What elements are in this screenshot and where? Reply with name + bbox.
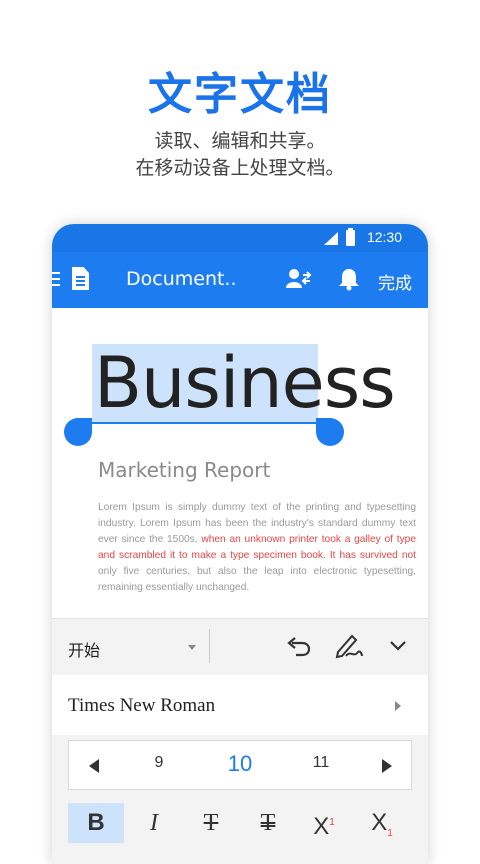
promo-subline-1: 读取、编辑和共享。 <box>154 130 326 152</box>
text-format-row: B I T T X1 X1 <box>52 799 428 849</box>
subscript-label: X <box>371 809 388 836</box>
app-bar: Document.. 完成 <box>52 252 428 308</box>
promo-subline-2: 在移动设备上处理文档。 <box>135 157 345 179</box>
document-icon <box>72 267 89 290</box>
chevron-right-icon <box>395 701 401 711</box>
font-size-option[interactable]: 9 <box>139 754 179 772</box>
size-decrease-icon[interactable] <box>89 759 99 773</box>
italic-button[interactable]: I <box>126 803 182 843</box>
phone-frame: 12:30 Document.. 完成 Business Marketing R… <box>52 224 428 864</box>
size-increase-icon[interactable] <box>382 759 392 773</box>
subscript-button[interactable]: X1 <box>354 803 410 843</box>
undo-icon[interactable] <box>286 635 312 657</box>
status-time: 12:30 <box>366 229 402 245</box>
dropdown-caret-icon[interactable] <box>188 645 196 650</box>
bell-icon[interactable] <box>338 267 360 291</box>
body-text-normal-end: only five centuries, but also the leap i… <box>98 566 416 593</box>
chevron-down-icon[interactable] <box>388 637 408 653</box>
document-title[interactable]: Document.. <box>126 268 237 290</box>
share-user-icon[interactable] <box>286 268 312 290</box>
superscript-label: X <box>313 813 330 840</box>
font-size-option[interactable]: 11 <box>301 754 341 772</box>
done-button[interactable]: 完成 <box>378 269 412 294</box>
format-panel: Times New Roman 9 10 11 B I T T X1 X1 <box>52 675 428 864</box>
document-canvas[interactable]: Business Marketing Report Lorem Ipsum is… <box>52 308 428 618</box>
status-bar: 12:30 <box>52 224 428 252</box>
signal-icon <box>324 232 338 245</box>
bold-button[interactable]: B <box>68 803 124 843</box>
font-selector[interactable]: Times New Roman <box>52 675 428 735</box>
font-size-current[interactable]: 10 <box>220 751 260 777</box>
toolbar-divider <box>209 629 210 663</box>
subscript-mark: 1 <box>387 827 393 839</box>
selection-handle-start[interactable] <box>64 418 92 446</box>
document-body[interactable]: Lorem Ipsum is simply dummy text of the … <box>98 500 416 596</box>
document-heading[interactable]: Business <box>94 342 396 424</box>
double-strikethrough-button[interactable]: T <box>240 803 296 843</box>
document-subtitle[interactable]: Marketing Report <box>98 458 270 482</box>
strikethrough-button[interactable]: T <box>183 803 239 843</box>
battery-icon <box>346 228 355 246</box>
ribbon-tab-selector[interactable]: 开始 <box>68 637 100 661</box>
superscript-button[interactable]: X1 <box>296 803 352 843</box>
selection-handle-end[interactable] <box>316 418 344 446</box>
font-name: Times New Roman <box>68 695 216 716</box>
superscript-mark: 1 <box>329 817 335 828</box>
promo-headline: 文字文档 <box>148 69 332 120</box>
menu-icon[interactable] <box>52 272 60 286</box>
selection-underline <box>92 422 318 424</box>
font-size-picker: 9 10 11 <box>68 740 412 790</box>
ink-pen-icon[interactable] <box>334 632 364 660</box>
edit-toolbar: 开始 <box>52 618 428 676</box>
